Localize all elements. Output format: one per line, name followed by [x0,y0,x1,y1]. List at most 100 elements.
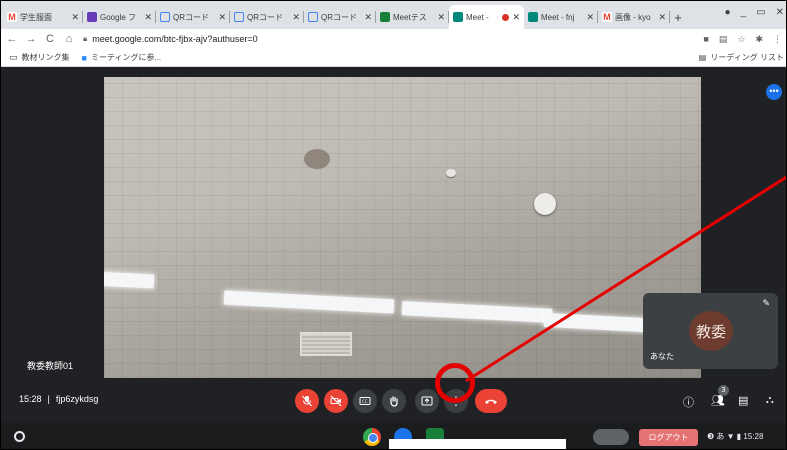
bookmark-label: ミーティングに参... [90,53,162,62]
chrome-app-icon[interactable] [363,428,381,446]
bookmark-label: 教材リンク集 [21,53,70,62]
captions-icon: CC [359,397,371,405]
redacted-area [389,439,566,449]
minimize-icon[interactable]: _ [741,7,747,18]
activities-icon[interactable]: ⛬ [766,394,774,407]
forms-icon [87,12,97,22]
qr-site-icon [160,12,170,22]
screen-capture-pill[interactable] [593,429,629,445]
self-tile[interactable]: ✎ 教委 あなた [643,293,778,369]
close-icon[interactable]: ✕ [71,12,79,23]
camera-toggle-button[interactable] [324,389,348,413]
new-tab-button[interactable]: + [670,5,686,29]
tab-google-forms[interactable]: Google フ ✕ [83,5,156,29]
more-options-icon[interactable]: ••• [766,84,782,100]
tab-title: Meetテス [393,12,427,22]
gmail-icon: M [7,12,17,22]
qr-site-icon [308,12,318,22]
launcher-icon[interactable] [14,431,25,442]
raise-hand-button[interactable] [382,389,406,413]
tab-search-icon[interactable]: ● [725,7,731,18]
captions-button[interactable]: CC [353,389,377,413]
meeting-time: 15:28 [19,394,42,404]
tab-title: Google フ [100,12,137,22]
separator: | [47,394,50,404]
tab-meet-test[interactable]: Meetテス ✕ [376,5,449,29]
people-icon[interactable]: 👥︎ [711,394,725,407]
home-icon[interactable]: ⌂ [61,33,77,45]
main-video [104,77,701,378]
meeting-info: 15:28 | fjp6zykdsg [19,394,98,404]
close-icon[interactable]: ✕ [364,12,372,23]
extensions-icon[interactable]: ✱ [755,34,763,45]
tab-title: Meet - fnj [541,12,575,22]
close-icon[interactable]: ✕ [144,12,152,23]
lock-icon: 🔒︎ [83,34,88,43]
tab-title: 画像 - kyo [615,12,651,22]
bookmarks-bar: ▭ 教材リンク集 ■ ミーティングに参... ▤ リーディング リスト [1,49,786,67]
close-icon[interactable]: ✕ [218,12,226,23]
participant-name: 教委教師01 [27,361,74,371]
bookmark-folder[interactable]: ▭ 教材リンク集 [9,52,70,63]
ceiling-vent [300,332,352,356]
translate-icon[interactable]: ▤ [719,34,728,45]
tab-meet-active[interactable]: Meet - ✕ [449,5,524,29]
back-icon[interactable]: ← [4,33,20,45]
forward-icon[interactable]: → [23,33,39,45]
zoom-icon: ■ [81,52,87,63]
tab-meet-2[interactable]: Meet - fnj ✕ [524,5,598,29]
bookmark-zoom[interactable]: ■ ミーティングに参... [82,52,162,63]
camera-icon[interactable]: ■ [703,34,708,45]
tab-qr-3[interactable]: QRコード ✕ [304,5,376,29]
ceiling-light [104,271,155,289]
close-window-icon[interactable]: ✕ [776,7,784,18]
meeting-code: fjp6zykdsg [55,394,99,404]
svg-text:CC: CC [362,399,368,404]
tab-qr-1[interactable]: QRコード ✕ [156,5,230,29]
tab-title: Meet - [466,12,489,22]
chat-icon[interactable]: ▤ [738,394,748,407]
mic-off-icon: ✎ [762,298,770,308]
mic-toggle-button[interactable] [295,389,319,413]
reload-icon[interactable]: C [42,33,58,45]
smoke-detector [534,193,556,215]
restore-icon[interactable]: ▭ [756,7,765,18]
tab-title: QRコード [321,12,357,22]
close-icon[interactable]: ✕ [658,12,666,23]
hand-icon [390,396,398,407]
ceiling-tiles [104,77,701,378]
close-icon[interactable]: ✕ [292,12,300,23]
reading-list[interactable]: ▤ リーディング リスト [699,52,784,63]
gmail-icon: M [602,12,612,22]
status-tray[interactable]: ❸ あ ▼ ▮ 15:28 [707,431,763,442]
browser-toolbar: ← → C ⌂ 🔒︎ meet.google.com/btc-fjbx-ajv?… [1,29,786,49]
close-icon[interactable]: ✕ [512,12,520,23]
avatar: 教委 [689,311,733,351]
self-name: あなた [650,352,674,361]
qr-site-icon [234,12,244,22]
folder-icon: ▭ [9,52,18,62]
leave-call-button[interactable] [475,389,507,413]
annotation-circle [435,363,475,403]
tab-title: 学生服面 [20,12,52,22]
menu-icon[interactable]: ⋮ [773,34,782,45]
tab-strip: M 学生服面 ✕ Google フ ✕ QRコード ✕ QRコード ✕ QRコー… [1,1,786,29]
tab-gmail-2[interactable]: M 画像 - kyo ✕ [598,5,670,29]
close-icon[interactable]: ✕ [437,12,445,23]
reading-list-icon: ▤ [698,53,707,62]
present-screen-button[interactable] [415,389,439,413]
address-bar[interactable]: 🔒︎ meet.google.com/btc-fjbx-ajv?authuser… [83,34,703,44]
logout-button[interactable]: ログアウト [639,429,698,446]
tab-gmail-1[interactable]: M 学生服面 ✕ [3,5,83,29]
close-icon[interactable]: ✕ [586,12,594,23]
tab-title: QRコード [173,12,209,22]
mic-off-icon [302,395,312,407]
info-icon[interactable]: ⓘ [683,394,694,410]
recording-icon [502,13,510,21]
tab-qr-2[interactable]: QRコード ✕ [230,5,304,29]
ceiling-stain [304,149,330,169]
chromeos-shelf: ログアウト ❸ あ ▼ ▮ 15:28 [1,423,786,449]
star-icon[interactable]: ☆ [737,34,745,45]
screen: M 学生服面 ✕ Google フ ✕ QRコード ✕ QRコード ✕ QRコー… [0,0,787,450]
tab-title: QRコード [247,12,283,22]
